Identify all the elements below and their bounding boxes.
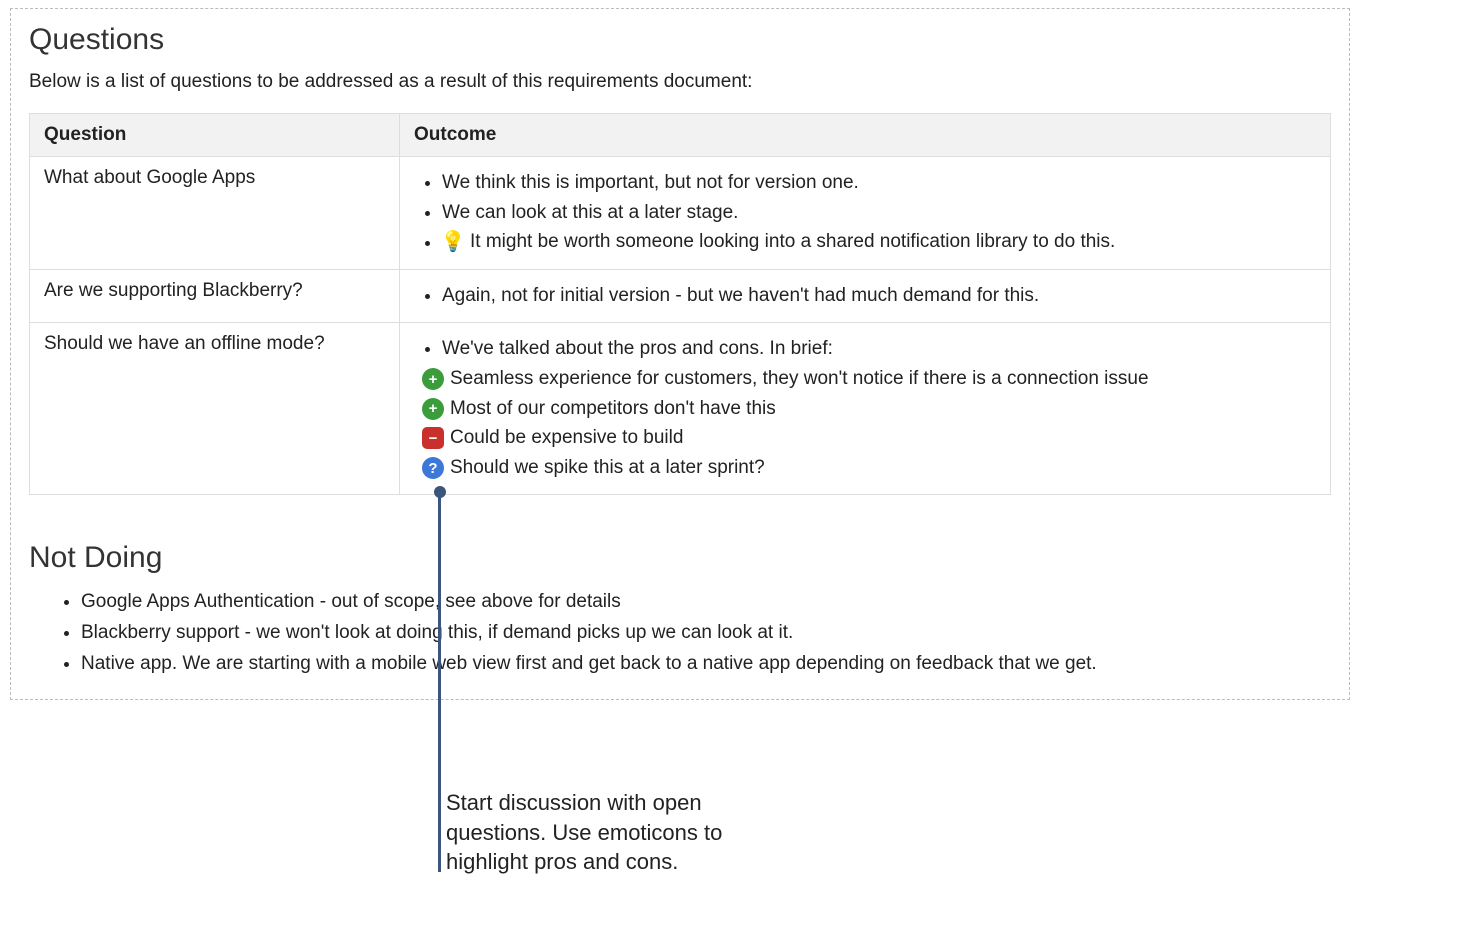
not-doing-heading: Not Doing	[29, 541, 1331, 575]
annotation-dot-icon	[434, 486, 446, 498]
list-item: ? Should we spike this at a later sprint?	[422, 455, 1316, 482]
not-doing-list: Google Apps Authentication - out of scop…	[29, 589, 1331, 677]
outcome-text: It might be worth someone looking into a…	[470, 229, 1115, 256]
list-item: + Most of our competitors don't have this	[422, 396, 1316, 423]
table-row: What about Google Apps We think this is i…	[30, 157, 1331, 270]
list-item: We've talked about the pros and cons. In…	[442, 336, 1316, 363]
list-item: We can look at this at a later stage.	[442, 200, 1316, 227]
outcome-cell: Again, not for initial version - but we …	[400, 269, 1331, 323]
outcome-cell: We think this is important, but not for …	[400, 157, 1331, 270]
annotation-connector	[438, 492, 441, 872]
table-header-row: Question Outcome	[30, 114, 1331, 157]
list-item: Again, not for initial version - but we …	[442, 283, 1316, 310]
question-cell: What about Google Apps	[30, 157, 400, 270]
outcome-list: Again, not for initial version - but we …	[414, 283, 1316, 310]
outcome-text: Most of our competitors don't have this	[450, 396, 776, 423]
questions-intro: Below is a list of questions to be addre…	[29, 71, 1331, 93]
list-item: Native app. We are starting with a mobil…	[81, 651, 1331, 678]
bulb-icon: 💡	[442, 231, 464, 253]
outcome-text: Should we spike this at a later sprint?	[450, 455, 765, 482]
question-cell: Are we supporting Blackberry?	[30, 269, 400, 323]
outcome-cell: We've talked about the pros and cons. In…	[400, 323, 1331, 495]
outcome-text: Could be expensive to build	[450, 425, 683, 452]
question-cell: Should we have an offline mode?	[30, 323, 400, 495]
outcome-list: We've talked about the pros and cons. In…	[414, 336, 1316, 481]
list-item: 💡 It might be worth someone looking into …	[442, 229, 1316, 256]
table-row: Should we have an offline mode? We've tal…	[30, 323, 1331, 495]
plus-icon: +	[422, 398, 444, 420]
minus-icon: −	[422, 427, 444, 449]
col-header-question: Question	[30, 114, 400, 157]
outcome-text: Seamless experience for customers, they …	[450, 366, 1149, 393]
document-frame: Questions Below is a list of questions t…	[10, 8, 1350, 700]
table-row: Are we supporting Blackberry? Again, not …	[30, 269, 1331, 323]
list-item: Google Apps Authentication - out of scop…	[81, 589, 1331, 616]
list-item: We think this is important, but not for …	[442, 170, 1316, 197]
questions-table: Question Outcome What about Google AppsW…	[29, 113, 1331, 495]
questions-heading: Questions	[29, 23, 1331, 57]
plus-icon: +	[422, 368, 444, 390]
col-header-outcome: Outcome	[400, 114, 1331, 157]
quest-icon: ?	[422, 457, 444, 479]
outcome-list: We think this is important, but not for …	[414, 170, 1316, 256]
list-item: −Could be expensive to build	[422, 425, 1316, 452]
annotation-text: Start discussion with open questions. Us…	[446, 788, 786, 877]
list-item: Blackberry support - we won't look at do…	[81, 620, 1331, 647]
list-item: + Seamless experience for customers, they…	[422, 366, 1316, 393]
